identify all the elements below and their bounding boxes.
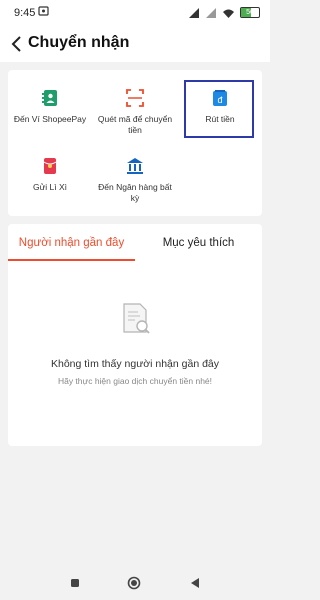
back-arrow-icon[interactable] [8, 34, 28, 54]
qr-scan-icon [126, 89, 144, 107]
recipients-card: Người nhận gần đây Mục yêu thích Không t… [8, 224, 262, 446]
service-label: Gửi Lì Xì [32, 182, 68, 192]
active-tab-indicator [8, 259, 135, 261]
withdraw-icon: đ [213, 90, 227, 106]
empty-document-search-icon [123, 303, 150, 334]
empty-state-subtitle: Hãy thực hiện giao dịch chuyển tiền nhé! [57, 376, 213, 386]
services-card: Đến Ví ShopeePay Quét mã để chuyển tiền … [8, 70, 262, 216]
service-label: Quét mã để chuyển tiền [97, 114, 173, 135]
service-qr-transfer[interactable]: Quét mã để chuyển tiền [93, 80, 177, 140]
recent-apps-icon[interactable] [68, 576, 82, 590]
tab-recent-recipients[interactable]: Người nhận gần đây [8, 224, 135, 262]
service-bank[interactable]: Đến Ngân hàng bất kỳ [93, 148, 177, 208]
back-nav-icon[interactable] [188, 576, 202, 590]
service-red-envelope[interactable]: Gửi Lì Xì [8, 148, 92, 208]
svg-text:đ: đ [217, 95, 222, 105]
system-nav-bar [0, 566, 270, 600]
signal-icon-2 [206, 7, 216, 18]
battery-icon: 56 [240, 7, 260, 18]
service-withdraw[interactable]: đ Rút tiền [178, 80, 262, 140]
page-title: Chuyển nhận [28, 34, 130, 51]
service-label: Đến Ví ShopeePay [13, 114, 87, 124]
red-envelope-icon [43, 158, 57, 174]
header: Chuyển nhận [0, 26, 270, 62]
service-label: Đến Ngân hàng bất kỳ [98, 182, 172, 203]
wifi-icon [223, 9, 234, 18]
status-right: 56 [188, 7, 260, 18]
tabs: Người nhận gần đây Mục yêu thích [8, 224, 262, 262]
wallet-book-icon [42, 90, 57, 106]
tab-favorites[interactable]: Mục yêu thích [135, 224, 262, 262]
home-icon[interactable] [127, 576, 141, 590]
service-label: Rút tiền [205, 114, 235, 124]
empty-state-title: Không tìm thấy người nhận gần đây [50, 358, 220, 370]
signal-icon [189, 7, 199, 18]
notification-icon [38, 6, 49, 16]
service-shopeepay-wallet[interactable]: Đến Ví ShopeePay [8, 80, 92, 140]
status-time: 9:45 [14, 7, 36, 19]
bank-icon [127, 158, 143, 174]
status-bar: 9:45 56 [0, 0, 270, 26]
